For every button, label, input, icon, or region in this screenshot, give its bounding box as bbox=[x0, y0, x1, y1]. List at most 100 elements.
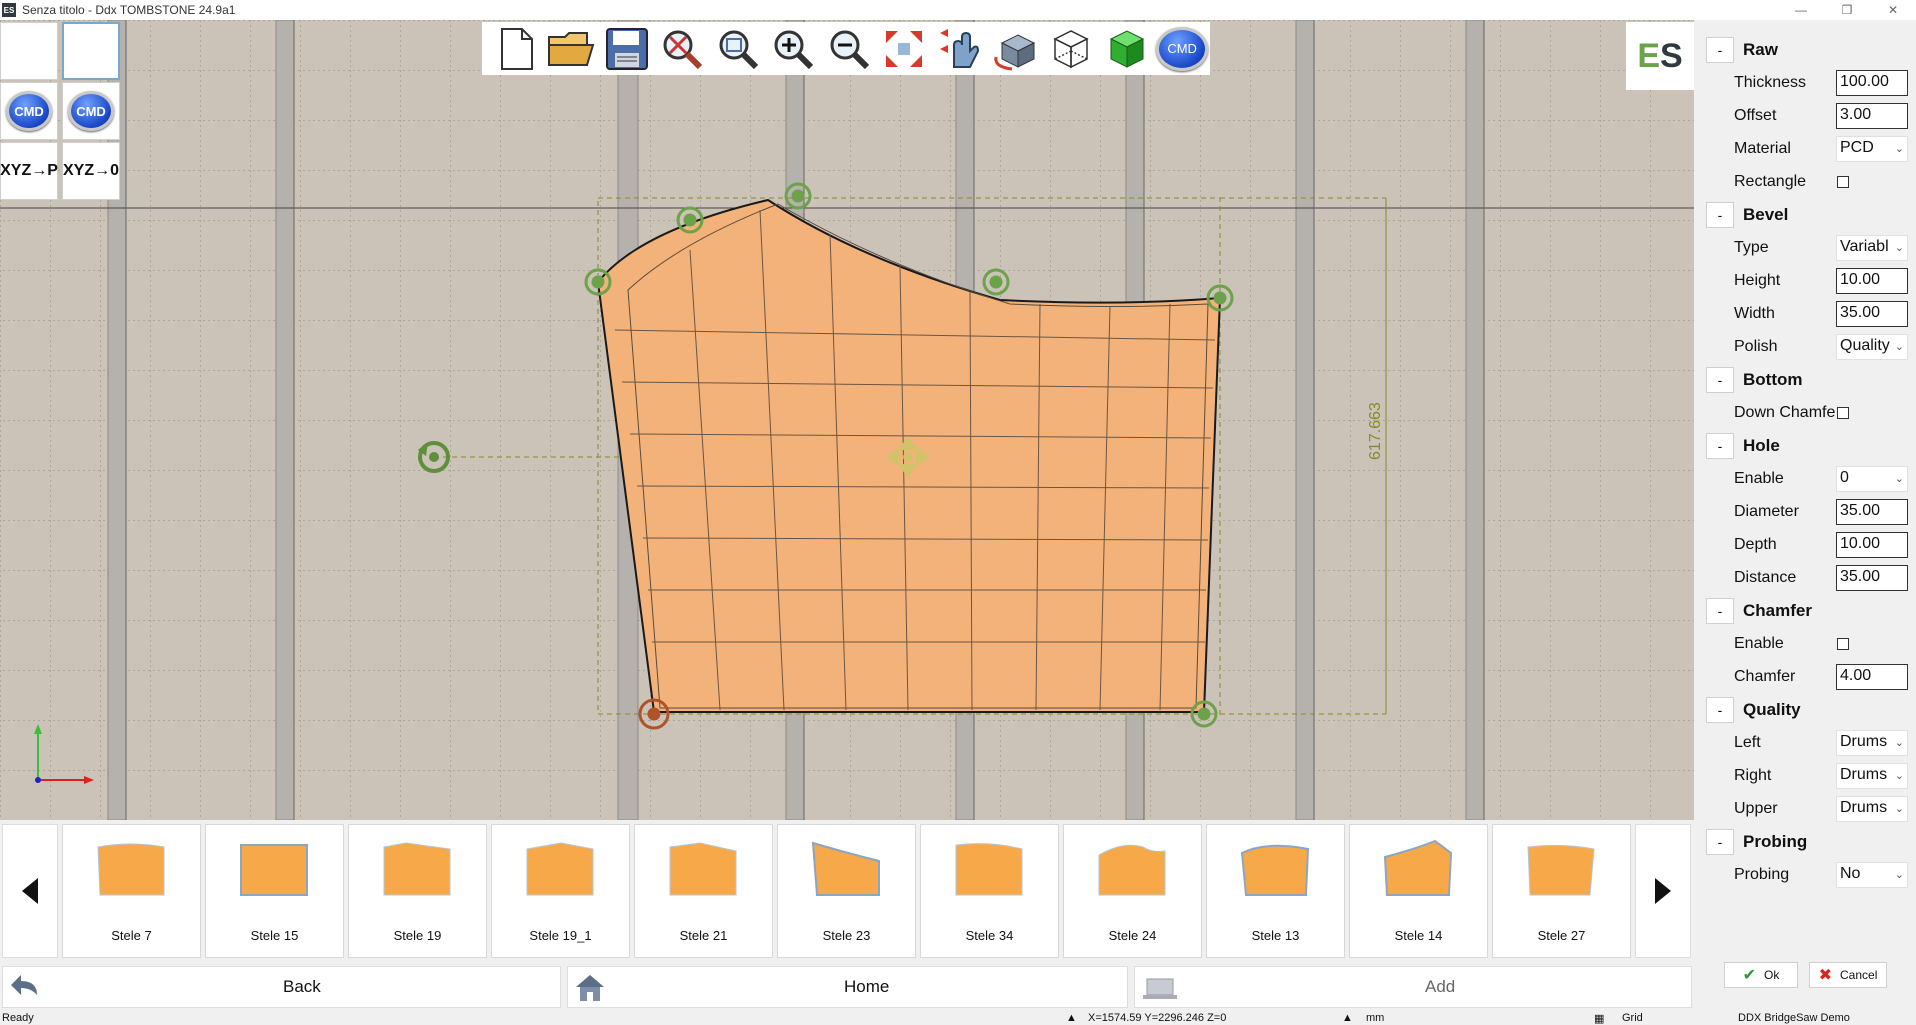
cmd-icon: CMD bbox=[6, 91, 52, 131]
chevron-down-icon: ⌄ bbox=[1894, 802, 1904, 815]
probing-select[interactable]: No ⌄ bbox=[1836, 861, 1908, 888]
probing-collapse-button[interactable]: - bbox=[1706, 828, 1734, 855]
section-title: Raw bbox=[1743, 39, 1778, 59]
stele-thumbnail-icon bbox=[1240, 844, 1310, 896]
stele-thumbnail-icon bbox=[1098, 844, 1166, 896]
zoom-extents-button[interactable] bbox=[877, 22, 933, 75]
gallery-item[interactable]: Stele 34 bbox=[920, 824, 1059, 958]
section-bevel: - Bevel bbox=[1698, 198, 1916, 231]
grid-icon: ▦ bbox=[1594, 1013, 1605, 1025]
bevel-type-select[interactable]: Variabl ⌄ bbox=[1836, 234, 1908, 261]
chamfer-collapse-button[interactable]: - bbox=[1706, 597, 1734, 624]
section-hole: - Hole bbox=[1698, 429, 1916, 462]
quality-upper-select[interactable]: Drums ⌄ bbox=[1836, 795, 1908, 822]
gallery-item[interactable]: Stele 21 bbox=[634, 824, 773, 958]
app-icon: ES bbox=[2, 3, 16, 17]
window-controls: — ❐ ✕ bbox=[1778, 0, 1916, 20]
minimize-icon[interactable]: — bbox=[1778, 0, 1824, 20]
save-button[interactable] bbox=[599, 22, 655, 75]
title-bar: ES Senza titolo - Ddx TOMBSTONE 24.9a1 —… bbox=[0, 0, 1916, 20]
zoom-out-button[interactable] bbox=[821, 22, 877, 75]
status-coords: X=1574.59 Y=2296.246 Z=0 bbox=[1088, 1012, 1227, 1024]
rotate-view-button[interactable] bbox=[988, 22, 1044, 75]
zoom-reset-button[interactable] bbox=[655, 22, 711, 75]
gallery-prev-button[interactable] bbox=[2, 824, 58, 958]
maximize-icon[interactable]: ❐ bbox=[1824, 0, 1870, 20]
gallery-item[interactable]: Stele 24 bbox=[1063, 824, 1202, 958]
zoom-in-icon bbox=[774, 30, 814, 69]
offset-field[interactable]: 3.00 bbox=[1836, 102, 1908, 129]
xyz-to-p-button[interactable]: XYZ→P bbox=[0, 142, 58, 200]
quality-left-select[interactable]: Drums ⌄ bbox=[1836, 729, 1908, 756]
cmd-button-1[interactable]: CMD bbox=[0, 82, 58, 140]
cmd-toolbar-button[interactable]: CMD bbox=[1154, 22, 1210, 75]
hole-enable-select[interactable]: 0 ⌄ bbox=[1836, 465, 1908, 492]
quality-right-select[interactable]: Drums ⌄ bbox=[1836, 762, 1908, 789]
section-probing: - Probing bbox=[1698, 825, 1916, 858]
bevel-collapse-button[interactable]: - bbox=[1706, 201, 1734, 228]
bottom-collapse-button[interactable]: - bbox=[1706, 366, 1734, 393]
back-button[interactable]: Back bbox=[2, 966, 561, 1008]
bevel-height-row: Height 10.00 bbox=[1698, 264, 1916, 297]
units-icon: ▲ bbox=[1342, 1012, 1353, 1024]
cmd-button-2[interactable]: CMD bbox=[62, 82, 120, 140]
section-title: Bevel bbox=[1743, 204, 1789, 224]
quality-collapse-button[interactable]: - bbox=[1706, 696, 1734, 723]
down-chamfer-checkbox[interactable] bbox=[1837, 407, 1849, 419]
section-title: Chamfer bbox=[1743, 600, 1812, 620]
depth-field[interactable]: 10.00 bbox=[1836, 531, 1908, 558]
gallery-next-button[interactable] bbox=[1635, 824, 1691, 958]
polish-select[interactable]: Quality ⌄ bbox=[1836, 333, 1908, 360]
cmd-icon: CMD bbox=[68, 91, 114, 131]
new-file-button[interactable] bbox=[488, 22, 544, 75]
close-icon[interactable]: ✕ bbox=[1870, 0, 1916, 20]
chamfer-enable-checkbox[interactable] bbox=[1837, 638, 1849, 650]
thickness-field[interactable]: 100.00 bbox=[1836, 69, 1908, 96]
gallery-item[interactable]: Stele 15 bbox=[205, 824, 344, 958]
wireframe-cube-icon bbox=[1053, 29, 1089, 68]
add-button[interactable]: Add bbox=[1134, 966, 1692, 1008]
stele-thumbnail-icon bbox=[1383, 839, 1453, 896]
rectangle-checkbox[interactable] bbox=[1837, 176, 1849, 188]
blank-tool-1[interactable] bbox=[0, 22, 58, 80]
cmd-icon: CMD bbox=[1156, 26, 1209, 71]
distance-field[interactable]: 35.00 bbox=[1836, 564, 1908, 591]
stele-thumbnail-icon bbox=[811, 841, 880, 896]
arrow-right-icon bbox=[1655, 878, 1671, 904]
home-button[interactable]: Home bbox=[567, 966, 1128, 1008]
raw-collapse-button[interactable]: - bbox=[1706, 36, 1734, 63]
solid-view-button[interactable] bbox=[1099, 22, 1155, 75]
zoom-window-button[interactable] bbox=[710, 22, 766, 75]
bevel-height-field[interactable]: 10.00 bbox=[1836, 267, 1908, 294]
gallery-item[interactable]: Stele 27 bbox=[1492, 824, 1631, 958]
thickness-row: Thickness 100.00 bbox=[1698, 66, 1916, 99]
ok-button[interactable]: ✔ Ok bbox=[1724, 962, 1798, 988]
quality-left-row: Left Drums ⌄ bbox=[1698, 726, 1916, 759]
bevel-width-field[interactable]: 35.00 bbox=[1836, 300, 1908, 327]
blank-tool-2[interactable] bbox=[62, 22, 120, 80]
drawing-canvas[interactable]: 617.663 bbox=[0, 20, 1694, 820]
material-select[interactable]: PCD ⌄ bbox=[1836, 135, 1908, 162]
status-grid[interactable]: Grid bbox=[1622, 1012, 1643, 1024]
arrow-left-icon bbox=[22, 878, 38, 904]
gallery-item[interactable]: Stele 13 bbox=[1206, 824, 1345, 958]
zoom-in-button[interactable] bbox=[766, 22, 822, 75]
cancel-button[interactable]: ✖ Cancel bbox=[1809, 962, 1887, 988]
open-button[interactable] bbox=[544, 22, 600, 75]
main-toolbar: CMD bbox=[482, 22, 1210, 75]
pan-button[interactable] bbox=[932, 22, 988, 75]
diameter-field[interactable]: 35.00 bbox=[1836, 498, 1908, 525]
gallery-item[interactable]: Stele 23 bbox=[777, 824, 916, 958]
gallery-item[interactable]: Stele 14 bbox=[1349, 824, 1488, 958]
wireframe-view-button[interactable] bbox=[1043, 22, 1099, 75]
hole-collapse-button[interactable]: - bbox=[1706, 432, 1734, 459]
gallery-item[interactable]: Stele 19 bbox=[348, 824, 487, 958]
xyz-to-zero-button[interactable]: XYZ→0 bbox=[62, 142, 120, 200]
gallery-item[interactable]: Stele 19_1 bbox=[491, 824, 630, 958]
save-icon bbox=[605, 27, 648, 70]
chamfer-field[interactable]: 4.00 bbox=[1836, 663, 1908, 690]
status-product: DDX BridgeSaw Demo bbox=[1738, 1012, 1850, 1024]
section-quality: - Quality bbox=[1698, 693, 1916, 726]
chevron-down-icon: ⌄ bbox=[1894, 769, 1904, 782]
gallery-item[interactable]: Stele 7 bbox=[62, 824, 201, 958]
